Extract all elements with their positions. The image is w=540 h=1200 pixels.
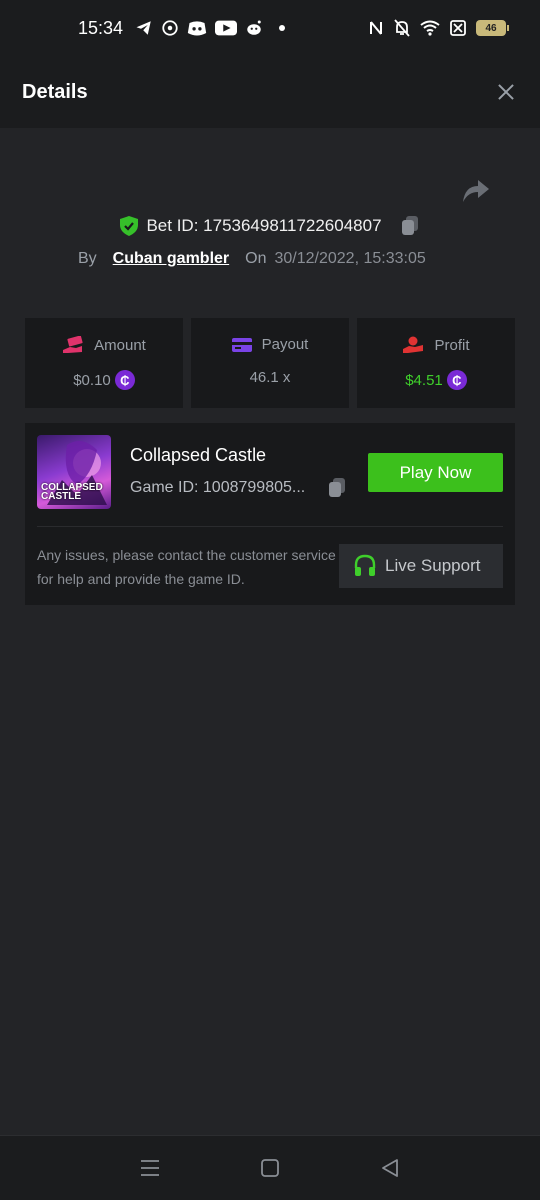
profit-value: $4.51	[405, 371, 443, 389]
game-card: COLLAPSED CASTLE Collapsed Castle Game I…	[25, 423, 515, 605]
bet-id-row: Bet ID: 1753649811722604807	[0, 216, 540, 236]
notification-dot-icon	[279, 25, 286, 31]
game-name: Collapsed Castle	[130, 445, 267, 465]
profit-label: Profit	[434, 336, 470, 354]
game-thumb-text: COLLAPSED CASTLE	[41, 482, 103, 502]
copy-bet-id-icon[interactable]	[400, 216, 420, 236]
amount-value: $0.10	[73, 371, 111, 389]
details-header: Details	[0, 56, 540, 128]
divider	[37, 526, 503, 527]
bet-id: Bet ID: 1753649811722604807	[146, 216, 382, 235]
on-label: On	[245, 250, 267, 267]
bell-off-icon	[394, 19, 410, 37]
profit-hand-icon	[403, 336, 424, 353]
support-message: Any issues, please contact the customer …	[37, 547, 336, 587]
nfc-icon	[370, 21, 382, 35]
status-bar: 15:34 46	[0, 0, 540, 56]
page-title: Details	[22, 80, 88, 103]
by-label: By	[78, 250, 97, 267]
wifi-icon	[420, 20, 440, 36]
telegram-icon	[136, 21, 151, 35]
profit-card: Profit $4.51 ₵	[357, 318, 515, 408]
amount-card: Amount $0.10 ₵	[25, 318, 183, 408]
amount-label: Amount	[94, 336, 146, 354]
coin-icon: ₵	[114, 370, 135, 390]
system-nav-bar	[0, 1135, 540, 1200]
game-id: Game ID: 1008799805...	[130, 479, 306, 496]
sim-off-icon	[450, 20, 466, 36]
card-icon	[231, 337, 252, 352]
payout-card: Payout 46.1 x	[191, 318, 349, 408]
reddit-icon	[247, 20, 261, 35]
bet-datetime: 30/12/2022, 15:33:05	[274, 250, 426, 267]
youtube-icon	[215, 20, 238, 36]
close-icon[interactable]	[494, 80, 518, 104]
headset-icon	[354, 554, 376, 576]
user-link[interactable]: Cuban gambler	[113, 250, 229, 268]
play-now-button[interactable]: Play Now	[368, 453, 503, 492]
discord-icon	[187, 21, 207, 36]
battery-icon: 46	[476, 20, 509, 36]
bet-stats: Amount $0.10 ₵ Payout 46.1 x Profit $4.5…	[25, 318, 515, 408]
money-hand-icon	[63, 336, 83, 353]
back-icon[interactable]	[380, 1158, 400, 1178]
live-support-label: Live Support	[385, 556, 481, 575]
coin-icon: ₵	[446, 370, 467, 390]
bet-meta-row: By Cuban gambler On 30/12/2022, 15:33:05	[78, 250, 426, 268]
whatsapp-icon	[162, 20, 178, 36]
status-time: 15:34	[78, 17, 124, 38]
payout-value: 46.1 x	[249, 369, 291, 386]
verified-shield-icon	[120, 216, 139, 236]
status-app-icons	[135, 19, 286, 37]
game-thumbnail[interactable]: COLLAPSED CASTLE	[37, 435, 111, 509]
copy-game-id-icon[interactable]	[327, 478, 347, 498]
home-icon[interactable]	[260, 1158, 280, 1178]
live-support-button[interactable]: Live Support	[339, 544, 503, 588]
status-right: 46	[368, 19, 509, 37]
menu-icon[interactable]	[140, 1159, 160, 1177]
payout-label: Payout	[261, 336, 309, 353]
share-icon[interactable]	[462, 178, 490, 204]
